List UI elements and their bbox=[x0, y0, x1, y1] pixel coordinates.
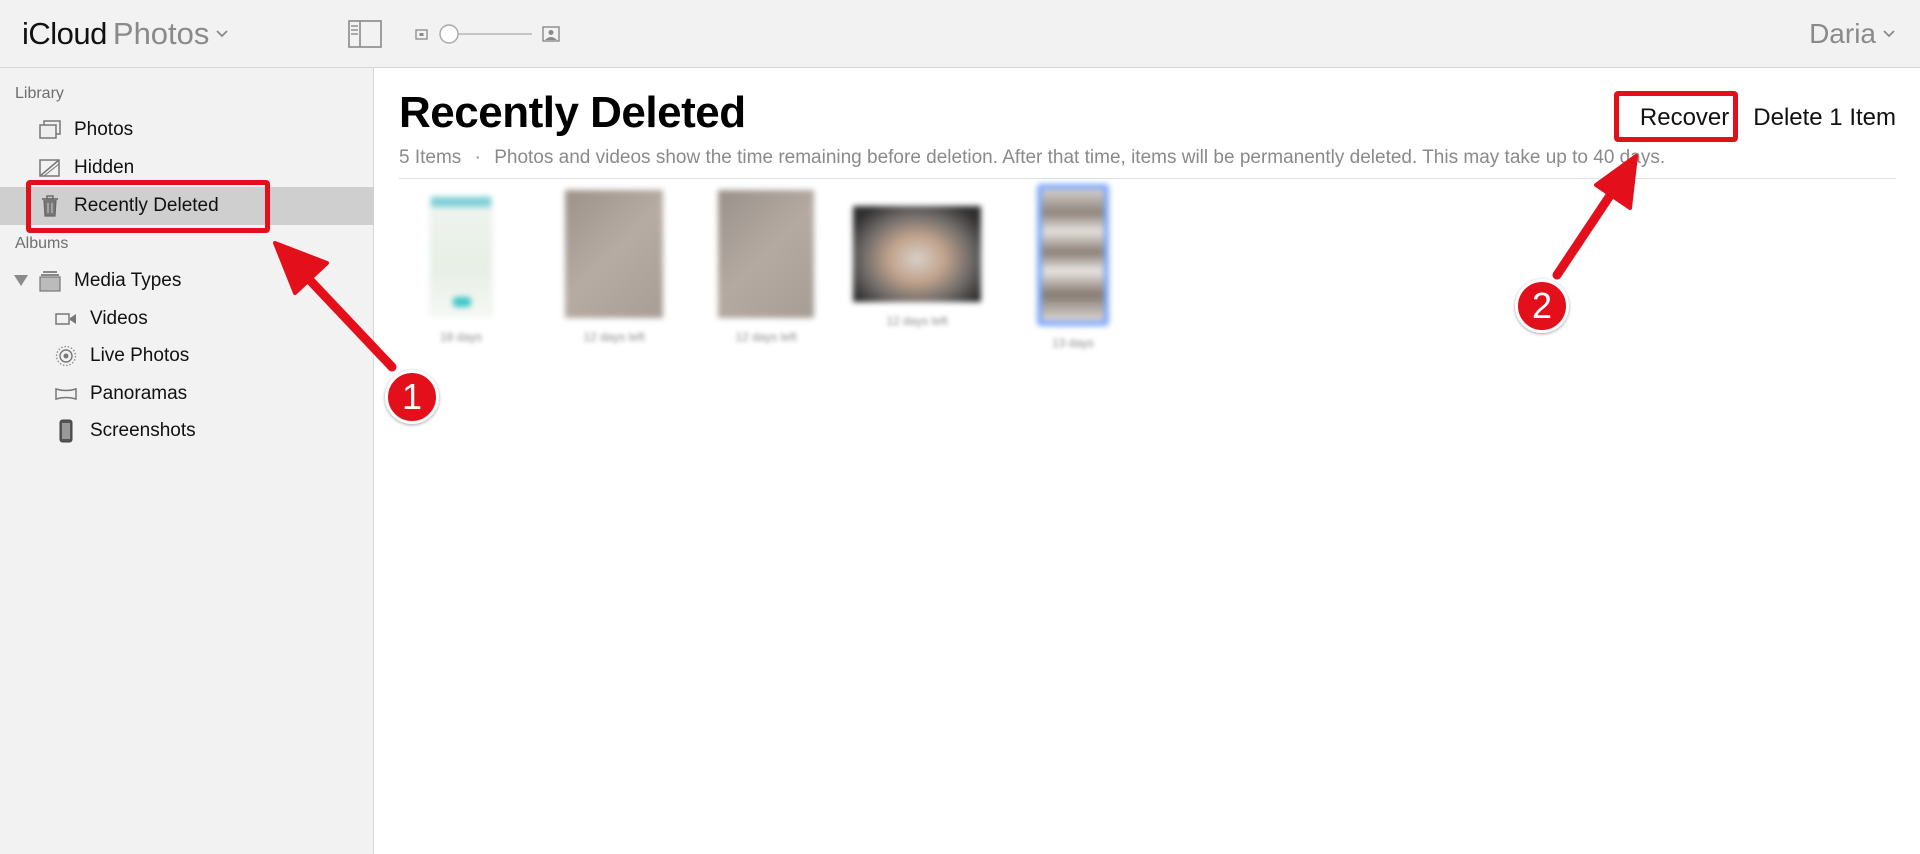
sidebar-item-panoramas[interactable]: Panoramas bbox=[0, 375, 374, 413]
hidden-icon bbox=[38, 156, 62, 180]
thumbnail-image bbox=[1037, 184, 1109, 326]
zoom-slider[interactable] bbox=[414, 22, 564, 46]
page-title: Recently Deleted bbox=[399, 88, 746, 137]
top-bar: iCloud Photos Daria bbox=[0, 0, 1920, 68]
app-switcher[interactable]: iCloud Photos bbox=[22, 16, 229, 52]
thumbnail-caption: 12 days left bbox=[583, 330, 645, 344]
thumbnail-image bbox=[565, 190, 663, 318]
photos-stack-icon bbox=[38, 118, 62, 142]
step-badge-1: 1 bbox=[385, 370, 439, 424]
sidebar-item-live-photos[interactable]: Live Photos bbox=[0, 337, 374, 375]
sidebar-item-label: Panoramas bbox=[90, 383, 188, 404]
separator-dot: · bbox=[474, 147, 481, 168]
thumbnail-caption: 12 days left bbox=[886, 314, 948, 328]
sidebar-item-media-types[interactable]: Media Types bbox=[0, 262, 374, 300]
screenshot-icon bbox=[54, 419, 78, 443]
chevron-down-icon bbox=[1883, 30, 1895, 38]
header-divider bbox=[399, 178, 1896, 179]
user-menu[interactable]: Daria bbox=[1809, 18, 1896, 50]
page-subtitle: 5 Items · Photos and videos show the tim… bbox=[399, 147, 1665, 169]
sidebar-toggle-icon[interactable] bbox=[348, 20, 382, 48]
sidebar-item-label: Screenshots bbox=[90, 420, 196, 441]
thumbnail-caption: 13 days bbox=[1051, 336, 1095, 350]
live-photo-icon bbox=[54, 344, 78, 368]
thumbnail-image bbox=[718, 190, 814, 318]
main-content: Recently Deleted Recover Delete 1 Item 5… bbox=[375, 68, 1920, 854]
thumbnail-item[interactable]: 12 days left bbox=[565, 190, 675, 350]
sidebar-item-label: Media Types bbox=[74, 270, 182, 291]
thumbnail-item[interactable]: 18 days bbox=[425, 196, 505, 346]
thumbnail-item[interactable]: 12 days left bbox=[853, 206, 983, 336]
sidebar-item-label: Videos bbox=[90, 308, 148, 329]
sidebar-item-label: Live Photos bbox=[90, 345, 190, 366]
brand-photos: Photos bbox=[112, 16, 210, 51]
albums-section-label: Albums bbox=[15, 235, 69, 252]
media-types-icon bbox=[38, 269, 62, 293]
thumbnail-caption: 18 days bbox=[439, 330, 483, 344]
sidebar-item-videos[interactable]: Videos bbox=[0, 300, 374, 338]
thumbnail-image bbox=[853, 206, 981, 302]
sidebar-item-photos[interactable]: Photos bbox=[0, 111, 374, 149]
thumbnail-caption: 12 days left bbox=[735, 330, 797, 344]
delete-items-button[interactable]: Delete 1 Item bbox=[1753, 104, 1896, 132]
step-badge-2: 2 bbox=[1515, 279, 1569, 333]
thumbnail-item[interactable]: 12 days left bbox=[718, 190, 828, 350]
sidebar-item-label: Photos bbox=[74, 119, 134, 140]
sidebar-item-label: Hidden bbox=[74, 157, 135, 178]
disclosure-triangle-icon[interactable] bbox=[14, 275, 28, 286]
annotation-highlight-recently-deleted bbox=[26, 180, 270, 233]
thumbnail-image bbox=[430, 196, 492, 316]
annotation-highlight-recover bbox=[1614, 91, 1738, 142]
video-camera-icon bbox=[54, 307, 78, 331]
library-section-label: Library bbox=[15, 85, 64, 102]
thumbnail-item-selected[interactable]: 13 days bbox=[1035, 184, 1125, 354]
panorama-icon bbox=[54, 382, 78, 406]
chevron-down-icon bbox=[216, 30, 229, 38]
user-name: Daria bbox=[1809, 18, 1876, 49]
sidebar-item-screenshots[interactable]: Screenshots bbox=[0, 412, 374, 450]
brand-icloud: iCloud bbox=[22, 16, 107, 51]
item-count: 5 Items bbox=[399, 147, 462, 168]
deletion-info-text: Photos and videos show the time remainin… bbox=[494, 147, 1666, 168]
